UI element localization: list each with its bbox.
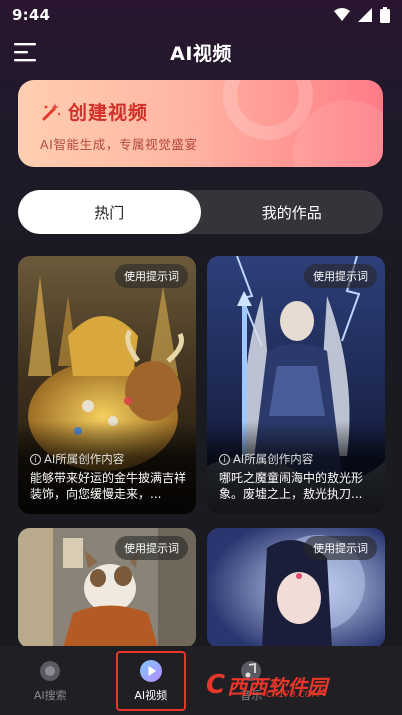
info-icon: i bbox=[30, 453, 41, 465]
create-video-subtitle: AI智能生成，专属视觉盛宴 bbox=[40, 137, 198, 152]
create-title-row: 创建视频 bbox=[40, 98, 148, 125]
video-card[interactable]: 使用提示词 bbox=[207, 528, 385, 648]
watermark-url: CR173.COM bbox=[266, 690, 320, 700]
video-card[interactable]: 使用提示词 i AI所属创作内容 哪吒之魔童闹海中的敖光形象。废墟之上，敖光执刀… bbox=[207, 256, 385, 514]
menu-icon[interactable] bbox=[14, 42, 38, 62]
tab-my-works[interactable]: 我的作品 bbox=[201, 190, 384, 234]
header: AI视频 bbox=[0, 30, 402, 74]
page-title: AI视频 bbox=[170, 42, 232, 65]
use-prompt-button[interactable]: 使用提示词 bbox=[304, 264, 377, 288]
status-bar: 9:44 bbox=[0, 0, 402, 30]
nav-ai-video[interactable]: AI视频 bbox=[115, 650, 186, 711]
info-icon: i bbox=[219, 453, 230, 465]
play-icon bbox=[139, 659, 162, 682]
create-video-banner[interactable]: 创建视频 AI智能生成，专属视觉盛宴 bbox=[18, 80, 383, 167]
nav-label: AI搜索 bbox=[33, 688, 67, 702]
ai-note: i AI所属创作内容 bbox=[30, 451, 186, 467]
status-time: 9:44 bbox=[12, 6, 51, 24]
ai-search-icon bbox=[40, 660, 61, 681]
card-info: i AI所属创作内容 哪吒之魔童闹海中的敖光形象。废墟之上，敖光执刀... bbox=[207, 421, 385, 514]
create-video-title: 创建视频 bbox=[68, 102, 149, 124]
nav-label: AI视频 bbox=[134, 688, 168, 702]
nav-ai-search[interactable]: AI搜索 bbox=[15, 651, 85, 711]
ai-note-text: AI所属创作内容 bbox=[44, 452, 125, 466]
card-info: i AI所属创作内容 能够带来好运的金牛披满吉祥装饰，向您缓慢走来，... bbox=[18, 421, 196, 514]
card-description: 能够带来好运的金牛披满吉祥装饰，向您缓慢走来，... bbox=[30, 471, 186, 501]
use-prompt-button[interactable]: 使用提示词 bbox=[304, 536, 377, 560]
ai-note: i AI所属创作内容 bbox=[219, 451, 375, 467]
use-prompt-button[interactable]: 使用提示词 bbox=[115, 264, 188, 288]
watermark-c-icon: C bbox=[206, 670, 226, 700]
video-card[interactable]: 使用提示词 bbox=[18, 528, 196, 648]
battery-icon bbox=[380, 7, 390, 23]
tab-hot[interactable]: 热门 bbox=[18, 190, 201, 234]
wifi-icon bbox=[334, 8, 350, 21]
video-card[interactable]: 使用提示词 i AI所属创作内容 能够带来好运的金牛披满吉祥装饰，向您缓慢走来，… bbox=[18, 256, 196, 514]
status-icons bbox=[334, 7, 390, 23]
content-tabs: 热门 我的作品 bbox=[18, 190, 383, 234]
signal-icon bbox=[358, 8, 372, 22]
ai-note-text: AI所属创作内容 bbox=[233, 452, 314, 466]
card-description: 哪吒之魔童闹海中的敖光形象。废墟之上，敖光执刀... bbox=[219, 471, 364, 501]
magic-wand-icon bbox=[42, 102, 61, 120]
use-prompt-button[interactable]: 使用提示词 bbox=[115, 536, 188, 560]
watermark-logo: C 西西软件园 CR173.COM bbox=[206, 660, 386, 710]
